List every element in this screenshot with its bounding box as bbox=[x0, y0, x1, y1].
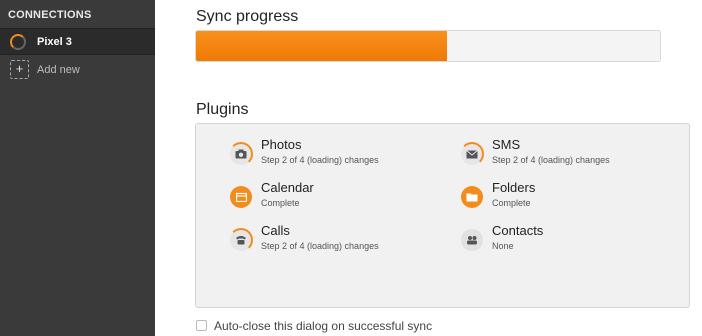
plugin-calendar[interactable]: Calendar Complete bbox=[230, 180, 460, 214]
contacts-icon bbox=[461, 229, 483, 251]
plugin-name: Calendar bbox=[261, 180, 314, 195]
add-new-link[interactable]: Add new bbox=[37, 64, 80, 76]
sidebar-item-label: Pixel 3 bbox=[37, 36, 72, 48]
plugin-photos[interactable]: Photos Step 2 of 4 (loading) changes bbox=[229, 137, 460, 171]
plugins-title: Plugins bbox=[196, 101, 249, 118]
plugin-name: Photos bbox=[261, 137, 302, 152]
calendar-icon bbox=[230, 186, 252, 208]
sync-progress-title: Sync progress bbox=[196, 8, 299, 25]
plugins-panel: Photos Step 2 of 4 (loading) changes SMS… bbox=[195, 123, 690, 308]
plugin-contacts[interactable]: Contacts None bbox=[461, 223, 691, 257]
sidebar: CONNECTIONS Pixel 3 + Add new bbox=[0, 0, 155, 336]
folder-icon bbox=[461, 186, 483, 208]
plugin-name: Calls bbox=[261, 223, 290, 238]
plugin-status: Complete bbox=[261, 198, 300, 208]
auto-close-label[interactable]: Auto-close this dialog on successful syn… bbox=[214, 319, 432, 333]
plugin-status: Complete bbox=[492, 198, 531, 208]
plugin-name: Folders bbox=[492, 180, 536, 195]
sync-progress-fill bbox=[196, 31, 447, 61]
plugin-status: None bbox=[492, 241, 514, 251]
plugin-folders[interactable]: Folders Complete bbox=[461, 180, 691, 214]
camera-icon bbox=[229, 142, 253, 166]
plugin-status: Step 2 of 4 (loading) changes bbox=[261, 155, 379, 165]
sidebar-item-device[interactable]: Pixel 3 bbox=[0, 28, 155, 55]
plugin-name: SMS bbox=[492, 137, 521, 152]
sync-status-icon bbox=[10, 34, 26, 50]
plugin-status: Step 2 of 4 (loading) changes bbox=[261, 241, 379, 251]
sync-progress-bar bbox=[195, 30, 661, 62]
plugin-sms[interactable]: SMS Step 2 of 4 (loading) changes bbox=[460, 137, 691, 171]
add-icon[interactable]: + bbox=[10, 60, 29, 79]
plugin-name: Contacts bbox=[492, 223, 544, 238]
envelope-icon bbox=[460, 142, 484, 166]
auto-close-checkbox[interactable] bbox=[196, 320, 207, 331]
plugin-calls[interactable]: Calls Step 2 of 4 (loading) changes bbox=[229, 223, 460, 257]
plugin-status: Step 2 of 4 (loading) changes bbox=[492, 155, 610, 165]
sidebar-title: CONNECTIONS bbox=[8, 9, 92, 21]
phone-icon bbox=[229, 228, 253, 252]
